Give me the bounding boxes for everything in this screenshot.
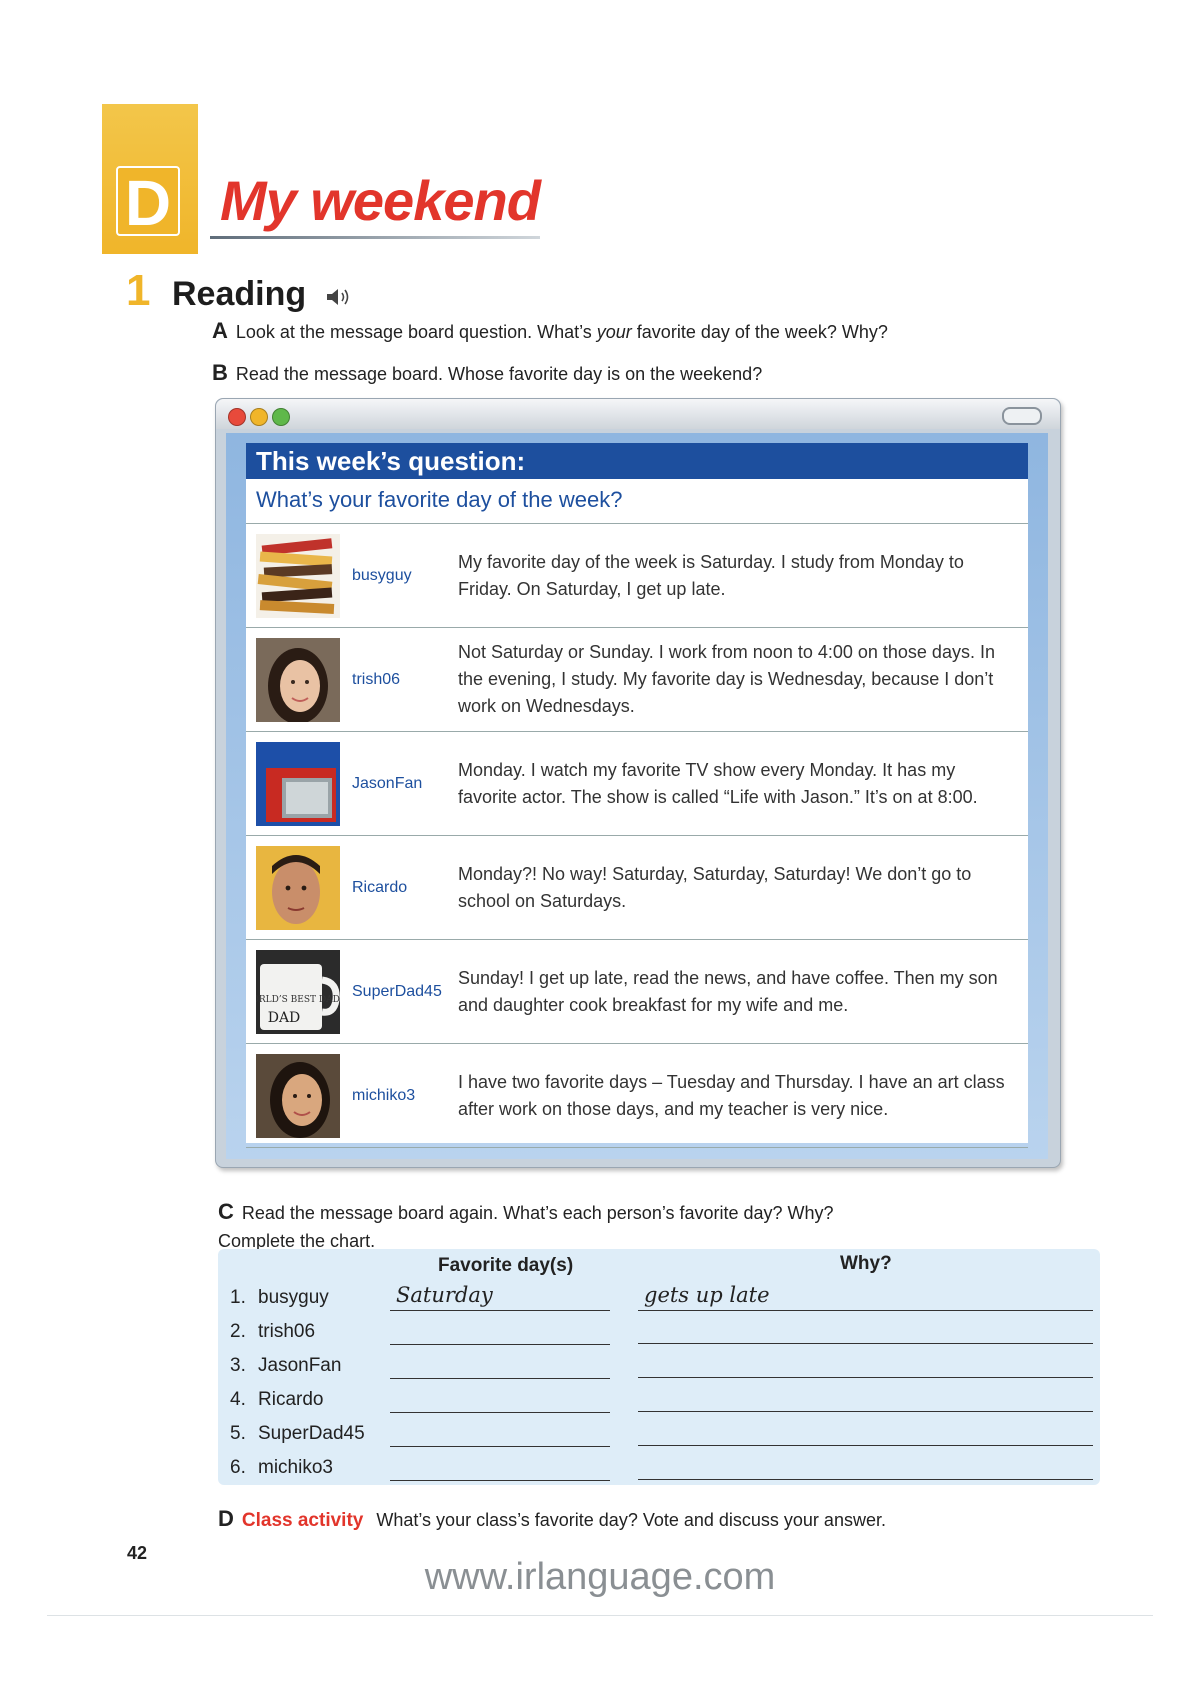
why-blank[interactable] [638,1445,1093,1446]
section-title: Reading [172,275,307,313]
tv-icon [256,742,340,826]
class-activity-label: Class activity [241,1510,364,1531]
bottom-divider [47,1615,1153,1616]
instruction-c: C Read the message board again. What’s ea… [218,1199,834,1251]
row-number: 5. [230,1423,246,1444]
post-message: I have two favorite days – Tuesday and T… [458,1071,1005,1119]
row-number: 2. [230,1321,246,1342]
message-board: This week’s question: What’s your favori… [246,443,1028,1148]
row-number: 3. [230,1355,246,1376]
post-row: busyguy My favorite day of the week is S… [246,523,1028,627]
favorite-day-blank[interactable] [390,1310,610,1311]
instruction-d: D Class activity What’s your class’s favo… [218,1506,886,1531]
why-blank[interactable] [638,1343,1093,1344]
post-username[interactable]: JasonFan [352,732,422,835]
post-username[interactable]: SuperDad45 [352,940,442,1043]
why-blank[interactable] [638,1310,1093,1311]
post-row: Ricardo Monday?! No way! Saturday, Satur… [246,835,1028,939]
woman-avatar-icon [256,638,340,722]
row-name: busyguy [258,1287,329,1308]
books-icon [256,534,340,618]
why-blank[interactable] [638,1479,1093,1480]
why-answer[interactable]: gets up late [644,1283,770,1307]
chart-row: 5. SuperDad45 [218,1423,1100,1455]
instruction-a: A Look at the message board question. Wha… [212,318,888,343]
row-name: Ricardo [258,1389,324,1410]
chart-row: 6. michiko3 [218,1457,1100,1489]
post-message: Monday?! No way! Saturday, Saturday, Sat… [458,863,972,911]
favorite-day-blank[interactable] [390,1446,610,1447]
chart-row: 2. trish06 [218,1321,1100,1353]
post-message: Not Saturday or Sunday. I work from noon… [458,642,995,716]
zoom-button[interactable] [272,408,290,426]
page-title: My weekend [220,169,541,232]
favorite-day-blank[interactable] [390,1378,610,1379]
unit-tab: D [102,104,198,254]
row-name: michiko3 [258,1457,333,1478]
toolbar-toggle-button[interactable] [1002,407,1042,425]
favorite-day-blank[interactable] [390,1412,610,1413]
why-blank[interactable] [638,1377,1093,1378]
row-number: 6. [230,1457,246,1478]
row-name: trish06 [258,1321,316,1342]
post-row: WORLD’S BEST DAD DAD SuperDad45 Sunday! … [246,939,1028,1043]
man-avatar-icon [256,846,340,930]
row-name: JasonFan [258,1355,342,1376]
post-message: My favorite day of the week is Saturday.… [458,551,964,599]
board-question: What’s your favorite day of the week? [256,487,623,512]
post-username[interactable]: trish06 [352,628,400,731]
chart-row: 4. Ricardo [218,1389,1100,1421]
favorite-day-blank[interactable] [390,1480,610,1481]
post-username[interactable]: michiko3 [352,1044,415,1147]
answer-chart: Favorite day(s) Why? 1. busyguy Saturday… [218,1249,1100,1485]
post-username[interactable]: Ricardo [352,836,407,939]
chart-header-favorite: Favorite day(s) [438,1255,574,1276]
post-message: Sunday! I get up late, read the news, an… [458,967,998,1015]
instruction-b: B Read the message board. Whose favorite … [212,360,763,385]
mug-label-top: WORLD’S BEST DAD [256,995,340,1005]
post-row: michiko3 I have two favorite days – Tues… [246,1043,1028,1148]
unit-letter: D [116,166,180,238]
watermark: www.irlanguage.com [424,1556,776,1598]
row-name: SuperDad45 [258,1423,365,1444]
favorite-day-answer[interactable]: Saturday [396,1283,493,1307]
chart-row: 3. JasonFan [218,1355,1100,1387]
row-number: 1. [230,1287,246,1308]
close-button[interactable] [228,408,246,426]
speaker-icon[interactable] [325,286,353,308]
woman-avatar-icon [256,1054,340,1138]
post-row: JasonFan Monday. I watch my favorite TV … [246,731,1028,835]
chart-row: 1. busyguy Saturday gets up late [218,1283,1100,1319]
minimize-button[interactable] [250,408,268,426]
post-message: Monday. I watch my favorite TV show ever… [458,759,978,807]
window-titlebar [216,399,1060,429]
title-underline [210,236,540,239]
post-username[interactable]: busyguy [352,524,412,627]
section-number: 1 [126,266,151,315]
board-heading: This week’s question: [246,443,1028,479]
mug-icon: WORLD’S BEST DAD DAD [256,950,340,1034]
why-blank[interactable] [638,1411,1093,1412]
favorite-day-blank[interactable] [390,1344,610,1345]
post-row: trish06 Not Saturday or Sunday. I work f… [246,627,1028,731]
svg-text:DAD: DAD [268,1010,301,1026]
window-content: This week’s question: What’s your favori… [226,433,1048,1159]
row-number: 4. [230,1389,246,1410]
message-board-window: This week’s question: What’s your favori… [215,398,1061,1168]
chart-header-why: Why? [840,1253,892,1274]
